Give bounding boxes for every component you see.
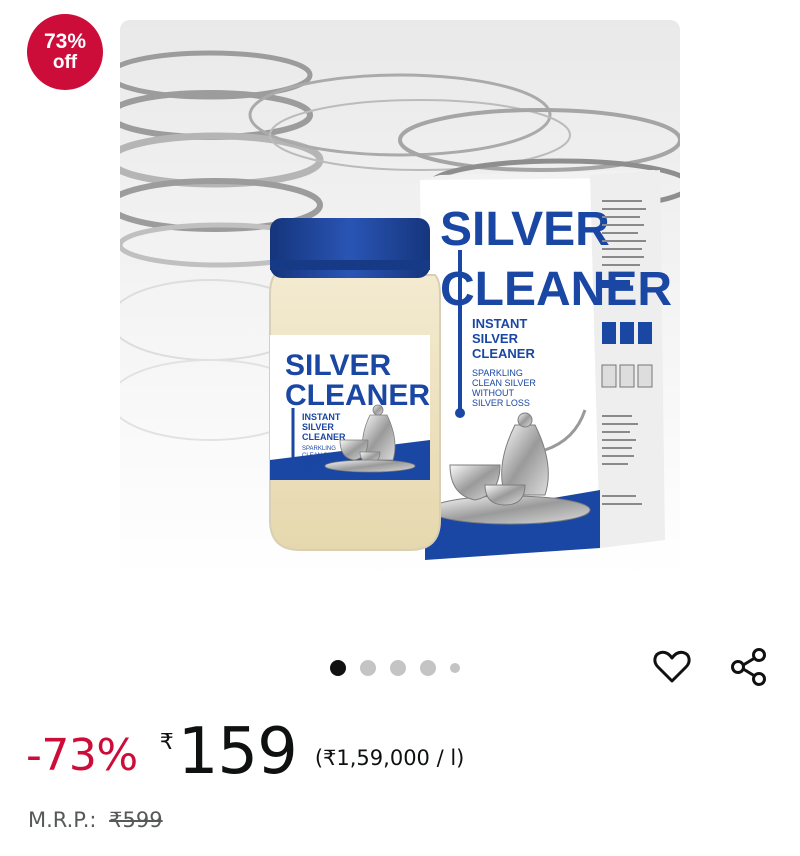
box-title-line1: SILVER: [440, 203, 610, 256]
carousel-dot-5[interactable]: [450, 663, 460, 673]
share-icon: [731, 648, 766, 686]
carousel-dot-2[interactable]: [360, 660, 376, 676]
carousel-dot-3[interactable]: [390, 660, 406, 676]
jar-bottle: SILVER CLEANER INSTANT SILVER CLEANER SP…: [269, 218, 441, 551]
heart-icon: [653, 650, 691, 683]
price-discount-percent: -73%: [26, 730, 138, 781]
box-subtitle-3: CLEANER: [472, 346, 535, 361]
discount-badge: 73% off: [27, 14, 103, 90]
box-tagline-1: SPARKLING: [472, 368, 523, 378]
price-currency-symbol: ₹: [159, 730, 174, 755]
jar-tagline-2: CLEAN SILVER: [302, 453, 345, 459]
discount-badge-label: off: [52, 52, 78, 74]
product-image[interactable]: SILVER CLEANER INSTANT SILVER CLEANER SP…: [120, 20, 680, 580]
box-subtitle-1: INSTANT: [472, 316, 527, 331]
box-subtitle-2: SILVER: [472, 331, 519, 346]
wishlist-button[interactable]: [649, 644, 695, 690]
box-package: SILVER CLEANER INSTANT SILVER CLEANER SP…: [420, 170, 672, 560]
jar-title-line2: CLEANER: [285, 379, 430, 412]
mrp-label: M.R.P.:: [28, 808, 97, 832]
discount-badge-percent: 73%: [43, 30, 87, 53]
jar-subtitle-1: INSTANT: [302, 412, 341, 422]
carousel-dot-1[interactable]: [330, 660, 346, 676]
price-per-unit: (₹1,59,000 / l): [314, 746, 465, 770]
mrp-row: M.R.P.: ₹599: [28, 808, 163, 832]
box-tagline-2: CLEAN SILVER: [472, 378, 536, 388]
box-title-line2: CLEANER: [440, 263, 672, 316]
price-row: -73% ₹ 159 (₹1,59,000 / l): [26, 720, 464, 790]
box-tagline-3: WITHOUT: [472, 388, 514, 398]
box-tagline-4: SILVER LOSS: [472, 398, 530, 408]
carousel-dot-4[interactable]: [420, 660, 436, 676]
jar-subtitle-3: CLEANER: [302, 432, 346, 442]
share-button[interactable]: [726, 644, 772, 690]
carousel-dots: [330, 658, 460, 678]
mrp-value: ₹599: [109, 808, 163, 832]
price-amount: 159: [177, 715, 298, 789]
jar-tagline-1: SPARKLING: [302, 446, 336, 452]
jar-subtitle-2: SILVER: [302, 422, 334, 432]
jar-title-line1: SILVER: [285, 349, 391, 382]
